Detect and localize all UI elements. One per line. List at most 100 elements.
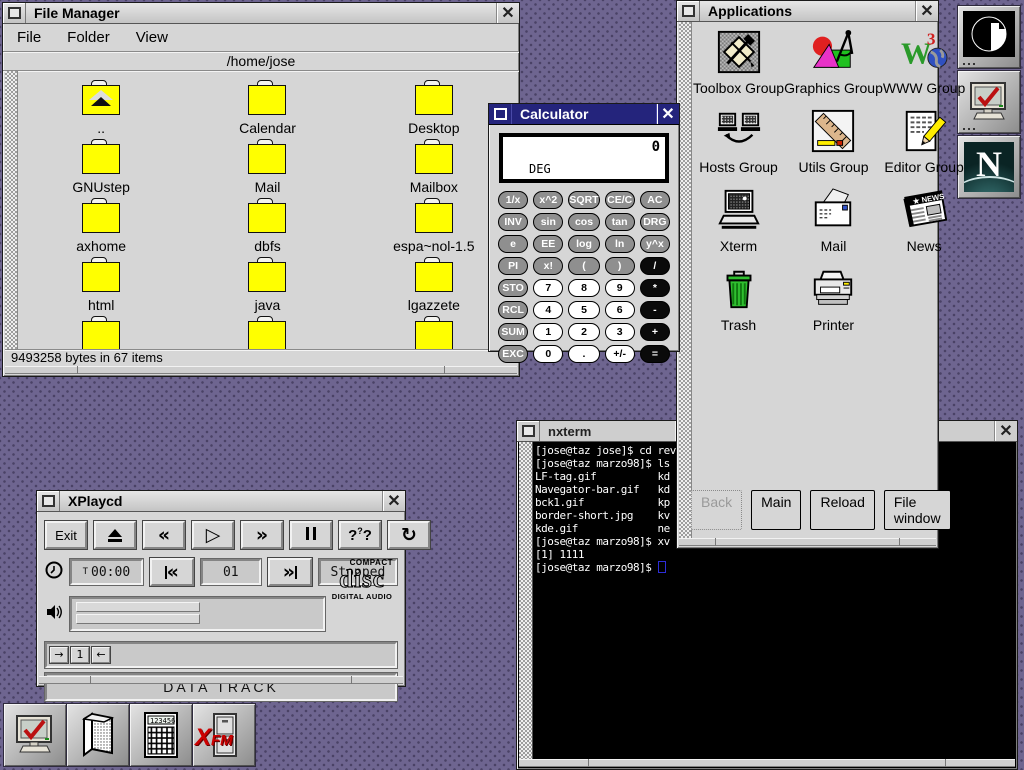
folder-item[interactable]: java [184,262,350,321]
main-button[interactable]: Main [751,490,801,530]
calc-key-inv[interactable]: INV [498,213,528,231]
iconify-button[interactable] [489,104,512,124]
file-window-button[interactable]: File window [884,490,951,530]
xplaycd-titlebar[interactable]: XPlaycd ✕ [37,491,405,512]
app-item-toolbox-group[interactable]: Toolbox Group [693,27,784,106]
calc-key-drg[interactable]: DRG [640,213,670,231]
app-item-printer[interactable]: Printer [784,264,883,343]
book-tile[interactable] [66,703,130,767]
calc-key-[interactable]: - [640,301,670,319]
iconify-button[interactable] [3,3,26,23]
folder-parent[interactable]: .. [18,85,184,144]
menu-file[interactable]: File [17,29,41,46]
reload-button[interactable]: Reload [810,490,874,530]
check-monitor-tile[interactable] [3,703,67,767]
calculator-titlebar[interactable]: Calculator ✕ [489,104,679,125]
calc-key-x2[interactable]: x^2 [533,191,563,209]
calc-key-[interactable]: = [640,345,670,363]
calc-key-cos[interactable]: cos [568,213,599,231]
close-icon[interactable]: ✕ [496,3,519,23]
calc-key-log[interactable]: log [568,235,599,253]
gnustep-tile[interactable] [957,5,1021,69]
play-button[interactable]: ▷ [192,521,234,549]
app-item-www-group[interactable]: W3WWW Group [883,27,965,106]
check-monitor-tile[interactable] [957,70,1021,134]
vertical-scrollbar[interactable] [5,71,18,350]
calc-key-[interactable]: + [640,323,670,341]
xfm-tile[interactable]: XFM [192,703,256,767]
folder-item[interactable] [184,321,350,350]
back-button[interactable]: Back [691,490,742,530]
calc-key-sto[interactable]: STO [498,279,528,297]
volume-slider[interactable] [70,597,325,631]
app-item-utils-group[interactable]: Utils Group [784,106,883,185]
app-item-news[interactable]: ★ NEWSNews [883,185,965,264]
iconify-button[interactable] [37,491,60,511]
calc-key-ee[interactable]: EE [533,235,563,253]
applications-titlebar[interactable]: Applications ✕ [677,1,938,22]
repeat-button[interactable]: ↻ [388,521,430,549]
iconify-button[interactable] [677,1,700,21]
calc-key-[interactable]: ) [605,257,635,275]
folder-item[interactable]: axhome [18,203,184,262]
calc-key-tan[interactable]: tan [605,213,635,231]
resize-handle[interactable] [679,538,936,546]
calc-key-3[interactable]: 3 [605,323,635,341]
calc-key-sin[interactable]: sin [533,213,563,231]
calc-key-8[interactable]: 8 [568,279,599,297]
menu-view[interactable]: View [136,29,168,46]
app-item-hosts-group[interactable]: Hosts Group [693,106,784,185]
vertical-scrollbar[interactable] [679,22,692,538]
calc-key-[interactable]: ( [568,257,599,275]
calc-key-cec[interactable]: CE/C [605,191,635,209]
eject-button[interactable] [94,521,136,549]
exit-button[interactable]: Exit [45,521,87,549]
netscape-tile[interactable]: N [957,135,1021,199]
program-button-1[interactable]: 1 [71,647,89,663]
close-icon[interactable]: ✕ [382,491,405,511]
calc-key-0[interactable]: 0 [533,345,563,363]
app-item-xterm[interactable]: Xterm [693,185,784,264]
close-icon[interactable]: ✕ [915,1,938,21]
pause-button[interactable] [290,521,332,549]
folder-item[interactable]: Mail [184,144,350,203]
folder-item[interactable]: dbfs [184,203,350,262]
calc-key-ac[interactable]: AC [640,191,670,209]
calc-key-6[interactable]: 6 [605,301,635,319]
resize-handle[interactable] [5,366,517,374]
terminal-scrollbar[interactable] [519,442,533,759]
calc-key-4[interactable]: 4 [533,301,563,319]
calc-key-1[interactable]: 1 [533,323,563,341]
calc-key-pi[interactable]: PI [498,257,528,275]
file-manager-titlebar[interactable]: File Manager ✕ [3,3,519,24]
shuffle-button[interactable]: ??? [339,521,381,549]
calc-key-x[interactable]: x! [533,257,563,275]
calc-key-exc[interactable]: EXC [498,345,528,363]
rewind-button[interactable]: « [143,521,185,549]
app-item-graphics-group[interactable]: Graphics Group [784,27,883,106]
calc-key-[interactable]: +/- [605,345,635,363]
calc-key-ln[interactable]: ln [605,235,635,253]
calc-key-yx[interactable]: y^x [640,235,670,253]
resize-handle[interactable] [39,676,403,684]
calc-key-sum[interactable]: SUM [498,323,528,341]
program-button-0[interactable]: → [50,647,68,663]
app-item-editor-group[interactable]: Editor Group [883,106,965,185]
previous-track-button[interactable]: « [150,558,194,586]
resize-handle[interactable] [519,759,1015,767]
calc-key-2[interactable]: 2 [568,323,599,341]
close-icon[interactable]: ✕ [994,421,1017,441]
folder-item[interactable]: html [18,262,184,321]
folder-item[interactable]: Calendar [184,85,350,144]
volume-bar[interactable] [76,602,200,612]
calc-key-sqrt[interactable]: SQRT [568,191,599,209]
calc-key-[interactable]: * [640,279,670,297]
calc-key-[interactable]: / [640,257,670,275]
calc-key-1x[interactable]: 1/x [498,191,528,209]
calc-key-rcl[interactable]: RCL [498,301,528,319]
next-track-button[interactable]: » [268,558,312,586]
app-item-mail[interactable]: Mail [784,185,883,264]
close-icon[interactable]: ✕ [656,104,679,124]
menu-folder[interactable]: Folder [67,29,110,46]
app-item-trash[interactable]: Trash [693,264,784,343]
